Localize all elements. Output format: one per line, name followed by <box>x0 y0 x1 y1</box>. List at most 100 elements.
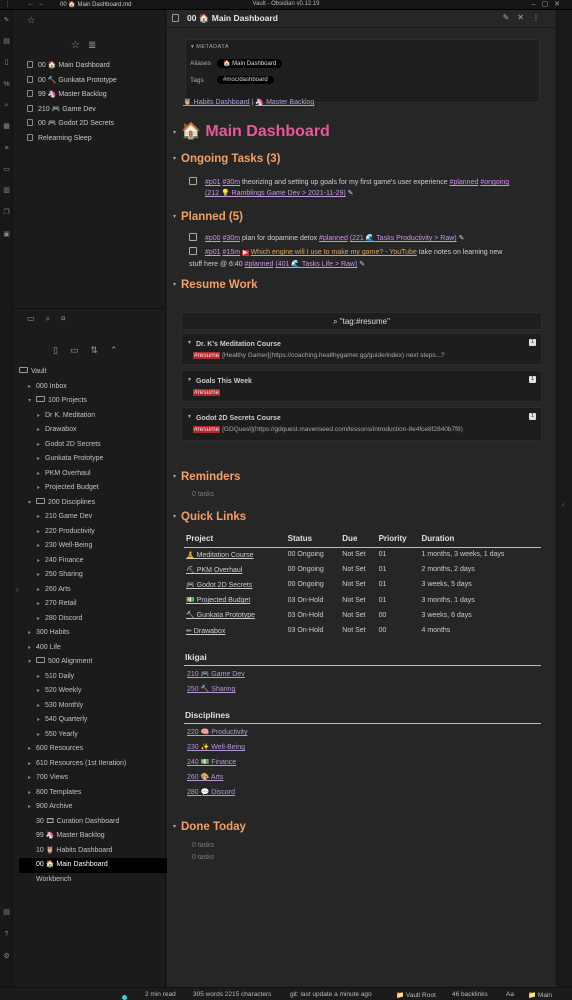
tag[interactable]: #planned <box>319 235 348 242</box>
search-result-card[interactable]: ▾ Godot 2D Secrets Course 1 #resume [GDQu… <box>181 407 542 441</box>
search-result-card[interactable]: ▾ Goals This Week 1 #resume <box>181 370 542 402</box>
chevron-right-icon[interactable]: ▸ <box>37 583 45 598</box>
git-status[interactable]: git: last update a minute ago <box>290 991 372 998</box>
starred-item[interactable]: 00 🏠 Main Dashboard <box>27 59 117 74</box>
fold-icon[interactable]: ▾ <box>173 155 181 162</box>
tree-folder[interactable]: ▸ Gunkata Prototype <box>19 452 167 467</box>
chevron-right-icon[interactable]: ▸ <box>37 438 45 453</box>
chevron-right-icon[interactable]: ▸ <box>28 380 36 395</box>
tree-folder[interactable]: ▸ 540 Quarterly <box>19 713 167 728</box>
fold-icon[interactable]: ▾ <box>173 823 181 830</box>
chevron-right-icon[interactable]: ▸ <box>28 641 36 656</box>
pencil-icon[interactable]: ✎ <box>2 16 11 25</box>
chevron-right-icon[interactable]: ▸ <box>37 699 45 714</box>
grid-icon[interactable]: ▦ <box>2 122 11 131</box>
tree-folder[interactable]: ▸ 600 Resources <box>19 742 167 757</box>
tree-file[interactable]: Workbench <box>19 873 167 888</box>
tree-folder[interactable]: ▸ 400 Life <box>19 641 167 656</box>
chevron-right-icon[interactable]: ▸ <box>37 670 45 685</box>
settings-icon[interactable]: ⚙ <box>2 952 11 961</box>
layers-icon[interactable]: ▥ <box>2 186 11 195</box>
alias-pill[interactable]: 🏠 Main Dashboard <box>217 59 283 68</box>
ikigai-link[interactable]: 250 🔨 Sharing <box>187 685 235 693</box>
discipline-link[interactable]: 220 🧠 Productivity <box>187 728 247 736</box>
tag[interactable]: #planned <box>450 179 479 186</box>
view-actions[interactable]: ✎✕⋮ <box>503 13 548 22</box>
tree-folder[interactable]: ▸ Godot 2D Secrets <box>19 438 167 453</box>
tree-folder[interactable]: ▸ 240 Finance <box>19 554 167 569</box>
tree-folder[interactable]: ▸ 300 Habits <box>19 626 167 641</box>
tree-folder[interactable]: ▸ 000 Inbox <box>19 380 167 395</box>
tag[interactable]: #p01 <box>205 249 221 256</box>
chevron-right-icon[interactable]: ▸ <box>37 481 45 496</box>
discipline-link[interactable]: 230 ✨ Well-Being <box>187 743 245 751</box>
chevron-right-icon[interactable]: ▸ <box>28 786 36 801</box>
chevron-right-icon[interactable]: ▸ <box>37 409 45 424</box>
list-icon[interactable]: ≡ <box>2 144 11 153</box>
tree-folder[interactable]: ▸ 700 Views <box>19 771 167 786</box>
chevron-down-icon[interactable]: ▾ <box>28 655 36 670</box>
tree-folder[interactable]: ▸ 270 Retail <box>19 597 167 612</box>
date-icon[interactable]: ▣ <box>2 230 11 239</box>
tree-folder[interactable]: ▸ 550 Yearly <box>19 728 167 743</box>
tree-folder[interactable]: ▸ Dr K. Meditation <box>19 409 167 424</box>
task-source-link[interactable]: (221 🌊 Tasks Productivity > Raw) <box>350 235 457 242</box>
fold-icon[interactable]: ▾ <box>188 339 196 346</box>
chevron-right-icon[interactable]: ▸ <box>37 684 45 699</box>
fold-icon[interactable]: ▾ <box>188 376 196 383</box>
chevron-right-icon[interactable]: ▸ <box>37 713 45 728</box>
copy-icon[interactable]: ❐ <box>2 208 11 217</box>
vault-icon[interactable]: ▤ <box>2 908 11 917</box>
task-checkbox[interactable] <box>189 247 197 255</box>
discipline-link[interactable]: 280 💬 Discord <box>187 788 235 796</box>
project-link[interactable]: 🧘 Meditation Course <box>184 547 286 562</box>
task-source-link[interactable]: (212 💡 Ramblings Game Dev > 2021-11-29) <box>189 190 346 197</box>
tree-folder[interactable]: ▸ Drawabox <box>19 423 167 438</box>
tag[interactable]: #30m <box>223 235 241 242</box>
tree-folder[interactable]: ▸ 230 Well-Being <box>19 539 167 554</box>
chevron-right-icon[interactable]: ▸ <box>28 626 36 641</box>
tag[interactable]: #p01 <box>205 179 221 186</box>
project-link[interactable]: ✏ Drawabox <box>184 623 286 638</box>
fold-icon[interactable]: ▾ <box>188 413 196 420</box>
search-query-box[interactable]: ⌕ "tag:#resume" <box>181 312 542 330</box>
tree-folder[interactable]: ▸ 510 Daily <box>19 670 167 685</box>
youtube-link[interactable]: Which engine will I use to make my game?… <box>251 249 417 256</box>
tree-file[interactable]: 00 🏠 Main Dashboard <box>19 858 167 873</box>
column-header[interactable]: Duration <box>419 530 541 548</box>
metadata-header[interactable]: ▾ METADATA <box>191 44 229 50</box>
tag[interactable]: #30m <box>223 179 241 186</box>
tree-folder[interactable]: Vault <box>19 365 167 380</box>
tag[interactable]: #ongoing <box>480 179 509 186</box>
tree-folder[interactable]: ▸ PKM Overhaul <box>19 467 167 482</box>
branch-indicator[interactable]: 📁 Main <box>528 991 552 999</box>
search-result-card[interactable]: ▾ Dr. K's Meditation Course 1 #resume [He… <box>181 333 542 365</box>
tree-folder[interactable]: ▸ 800 Templates <box>19 786 167 801</box>
chevron-right-icon[interactable]: ▸ <box>37 597 45 612</box>
font-size-toggle[interactable]: Aa <box>506 991 514 998</box>
window-controls[interactable]: –▢✕ <box>532 0 566 8</box>
tag-pill[interactable]: #moc/dashboard <box>217 76 274 84</box>
chevron-right-icon[interactable]: ▸ <box>37 612 45 627</box>
tree-folder[interactable]: ▸ 610 Resources (1st Iteration) <box>19 757 167 772</box>
tree-file[interactable]: 10 🦉 Habits Dashboard <box>19 844 167 859</box>
sidebar-tabs[interactable]: ▭⌕¤ <box>27 314 77 324</box>
task-checkbox[interactable] <box>189 233 197 241</box>
column-header[interactable]: Status <box>285 530 341 548</box>
chevron-right-icon[interactable]: ▸ <box>28 757 36 772</box>
chevron-down-icon[interactable]: ▾ <box>28 394 36 409</box>
discipline-link[interactable]: 240 💵 Finance <box>187 758 236 766</box>
edit-icon[interactable]: ✎ <box>459 235 465 242</box>
search-icon[interactable]: ⌕ <box>2 101 11 110</box>
tree-folder[interactable]: ▸ 520 Weekly <box>19 684 167 699</box>
resume-tag[interactable]: #resume <box>193 389 221 396</box>
tree-folder[interactable]: ▾ 200 Disciplines <box>19 496 167 511</box>
help-icon[interactable]: ? <box>2 930 11 939</box>
chevron-right-icon[interactable]: ▸ <box>37 525 45 540</box>
tree-folder[interactable]: ▸ Projected Budget <box>19 481 167 496</box>
tag[interactable]: #p00 <box>205 235 221 242</box>
tree-file[interactable]: 99 🦄 Master Backlog <box>19 829 167 844</box>
tag[interactable]: #planned <box>245 261 274 268</box>
chevron-right-icon[interactable]: ▸ <box>28 800 36 815</box>
chevron-right-icon[interactable]: ▸ <box>37 728 45 743</box>
